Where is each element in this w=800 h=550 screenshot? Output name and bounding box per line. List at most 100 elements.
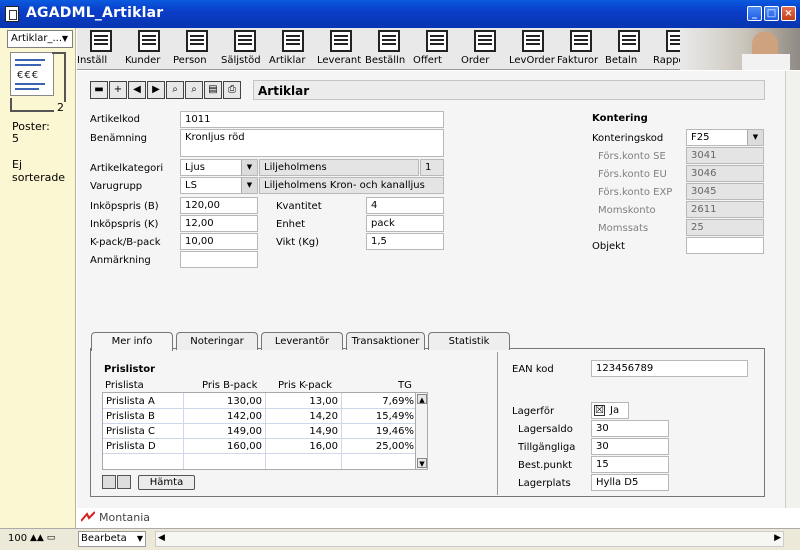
next-record-icon[interactable]: ▶ xyxy=(147,81,165,99)
toolbar-button-bestalln[interactable]: Beställn xyxy=(365,28,413,68)
table-cell: 160,00 xyxy=(227,441,262,452)
toolbar-button-kunder[interactable]: Kunder xyxy=(125,28,173,68)
ean-label: EAN kod xyxy=(512,364,554,375)
supplier-order-icon xyxy=(522,30,544,52)
bestpunkt-field[interactable]: 15 xyxy=(591,456,669,473)
enhet-field[interactable]: pack xyxy=(366,215,444,232)
lagerplats-field[interactable]: Hylla D5 xyxy=(591,474,669,491)
artikelkod-field[interactable]: 1011 xyxy=(180,111,444,128)
add-row-icon[interactable] xyxy=(117,475,131,489)
toolbar-button-betaln[interactable]: Betaln xyxy=(605,28,653,68)
tab-mer-info[interactable]: Mer info xyxy=(91,332,173,351)
scroll-down-icon[interactable]: ▼ xyxy=(417,458,427,468)
order-icon xyxy=(378,30,400,52)
table-cell: 130,00 xyxy=(227,396,262,407)
hamta-button[interactable]: Hämta xyxy=(138,475,195,490)
scroll-right-icon[interactable]: ▶ xyxy=(774,533,781,543)
lagerfor-value: Ja xyxy=(610,405,620,416)
toolbar-button-installningar[interactable]: Inställ xyxy=(77,28,125,68)
toolbar-button-saljstod[interactable]: Säljstöd xyxy=(221,28,269,68)
record-number: 2 xyxy=(57,101,64,114)
varugrupp-select[interactable]: LS ▼ xyxy=(180,177,258,194)
inkopspris-k-field[interactable]: 12,00 xyxy=(180,215,258,232)
horizontal-scrollbar[interactable]: ◀ ▶ xyxy=(155,531,784,547)
column-header-tg: TG xyxy=(398,380,412,391)
print-icon[interactable]: ⎙ xyxy=(223,81,241,99)
scroll-up-icon[interactable]: ▲ xyxy=(417,394,427,404)
toolbar-button-artiklar[interactable]: Artiklar xyxy=(269,28,317,68)
enhet-label: Enhet xyxy=(276,219,306,230)
lagerfor-label: Lagerför xyxy=(512,406,555,417)
table-cell: 16,00 xyxy=(309,441,338,452)
fors-eu-field: 3046 xyxy=(686,165,764,182)
scroll-left-icon[interactable]: ◀ xyxy=(158,533,165,543)
vertical-scrollbar[interactable] xyxy=(785,71,800,508)
fors-exp-label: Förs.konto EXP xyxy=(598,187,673,198)
list-view-icon[interactable]: ▤ xyxy=(204,81,222,99)
fors-se-label: Förs.konto SE xyxy=(598,151,666,162)
inkopspris-k-label: Inköpspris (K) xyxy=(90,219,159,230)
maximize-icon[interactable]: □ xyxy=(764,6,779,21)
inkopspris-b-field[interactable]: 120,00 xyxy=(180,197,258,214)
tab-statistik[interactable]: Statistik xyxy=(428,332,510,350)
tillgangliga-field[interactable]: 30 xyxy=(591,438,669,455)
toolbar-button-order[interactable]: Order xyxy=(461,28,509,68)
konteringskod-select[interactable]: F25 ▼ xyxy=(686,129,764,146)
lagersaldo-label: Lagersaldo xyxy=(518,424,573,435)
anmarkning-field[interactable] xyxy=(180,251,258,268)
zoom-level[interactable]: 100 xyxy=(8,533,27,544)
delete-row-icon[interactable] xyxy=(102,475,116,489)
varugrupp-value: LS xyxy=(185,180,197,191)
toolbar-button-fakturor[interactable]: Fakturor xyxy=(557,28,605,68)
momssats-label: Momssats xyxy=(598,223,649,234)
status-panel: Artiklar_... ▼ €€€ 2 Poster: 5 Ej sorter… xyxy=(0,28,76,528)
record-slider-track[interactable] xyxy=(10,98,54,112)
layout-select[interactable]: Artiklar_... ▼ xyxy=(7,30,73,48)
montania-logo: Montania xyxy=(99,511,151,524)
find-icon[interactable]: ⌕ xyxy=(166,81,184,99)
table-row[interactable]: Prislista C 149,00 14,90 19,46% xyxy=(103,424,417,439)
prislistor-heading: Prislistor xyxy=(104,364,156,375)
minimize-icon[interactable]: _ xyxy=(747,6,762,21)
record-slider[interactable] xyxy=(52,52,66,102)
page-title: Artiklar xyxy=(253,80,765,100)
lagerfor-checkbox[interactable]: ☒ xyxy=(594,405,605,416)
toolbar-button-offert[interactable]: Offert xyxy=(413,28,461,68)
mode-select[interactable]: Bearbeta ▼ xyxy=(78,531,146,547)
vikt-field[interactable]: 1,5 xyxy=(366,233,444,250)
benamning-field[interactable]: Kronljus röd xyxy=(180,129,444,157)
toolbar-button-leverant[interactable]: Leverant xyxy=(317,28,365,68)
artikelkategori-select[interactable]: Ljus ▼ xyxy=(180,159,258,176)
prislistor-table[interactable]: Prislista A 130,00 13,00 7,69% Prislista… xyxy=(102,392,428,470)
toolbar-button-person[interactable]: Person xyxy=(173,28,221,68)
momskonto-label: Momskonto xyxy=(598,205,656,216)
table-row[interactable]: Prislista D 160,00 16,00 25,00% xyxy=(103,439,417,454)
lagersaldo-field[interactable]: 30 xyxy=(591,420,669,437)
record-book-icon[interactable]: €€€ xyxy=(10,52,54,96)
settings-icon xyxy=(90,30,112,52)
table-row[interactable]: Prislista A 130,00 13,00 7,69% xyxy=(103,394,417,409)
table-row[interactable]: Prislista B 142,00 14,20 15,49% xyxy=(103,409,417,424)
new-record-icon[interactable]: + xyxy=(109,81,127,99)
table-cell: 19,46% xyxy=(375,426,414,437)
kvantitet-field[interactable]: 4 xyxy=(366,197,444,214)
previous-record-icon[interactable]: ◀ xyxy=(128,81,146,99)
lagerfor-field[interactable]: ☒ Ja xyxy=(591,402,629,419)
zoom-controls[interactable]: ▲▲ ▭ xyxy=(30,533,74,545)
sort-status: Ej sorterade xyxy=(12,158,66,184)
ean-field[interactable]: 123456789 xyxy=(591,360,748,377)
tab-transaktioner[interactable]: Transaktioner xyxy=(346,332,425,350)
table-scrollbar[interactable]: ▲ ▼ xyxy=(415,393,427,469)
objekt-field[interactable] xyxy=(686,237,764,254)
column-header-pris-k-pack: Pris K-pack xyxy=(278,380,333,391)
chevron-down-icon: ▼ xyxy=(136,534,143,543)
find-all-icon[interactable]: ⌕ xyxy=(185,81,203,99)
close-icon[interactable]: × xyxy=(781,6,796,21)
table-cell: Prislista C xyxy=(106,426,155,437)
toolbar-button-levorder[interactable]: LevOrder xyxy=(509,28,557,68)
tab-leverantor[interactable]: Leverantör xyxy=(261,332,343,350)
tab-noteringar[interactable]: Noteringar xyxy=(176,332,258,350)
articles-icon xyxy=(282,30,304,52)
kpack-field[interactable]: 10,00 xyxy=(180,233,258,250)
delete-record-icon[interactable]: ▬ xyxy=(90,81,108,99)
